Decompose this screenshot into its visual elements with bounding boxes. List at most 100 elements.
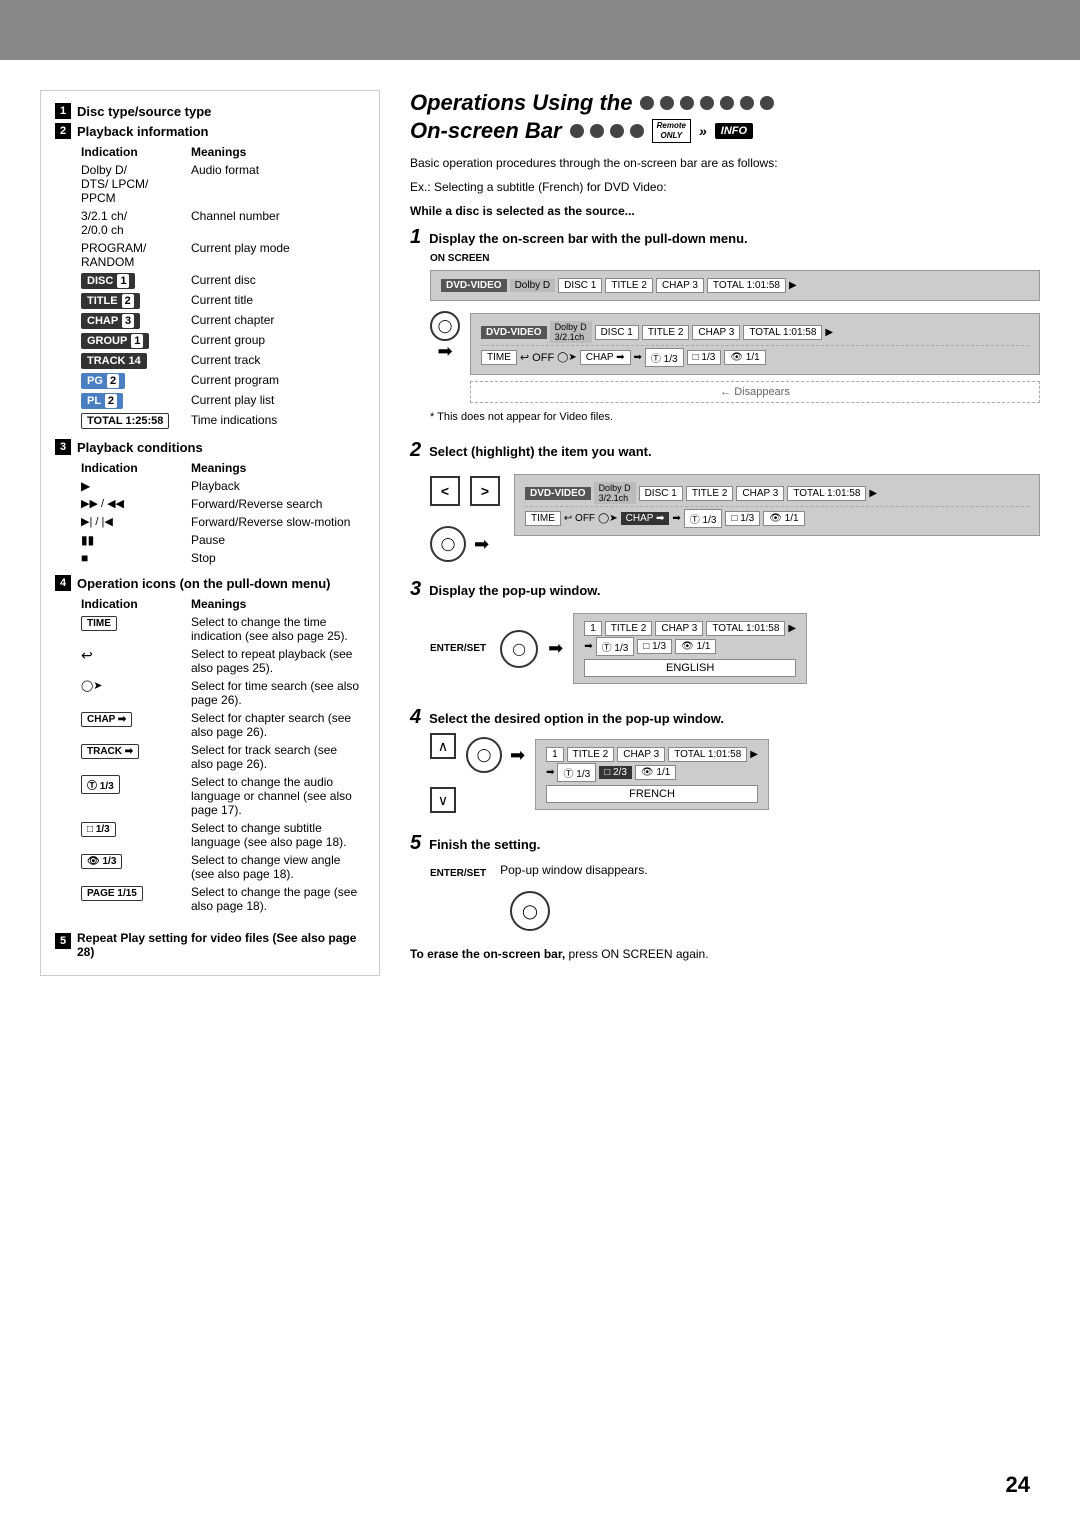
step-3-content: ENTER/SET ◯ ➡ 1 TITLE 2 CHAP 3 TOTAL 1:0… xyxy=(430,607,1040,690)
indication-cell: GROUP 1 xyxy=(77,331,187,351)
meaning-cell: Current play list xyxy=(187,391,365,411)
playback-table-wrapper: Indication Meanings ▶ Playback ▶▶ / ◀◀ F… xyxy=(77,459,365,567)
meaning-cell: Select for time search (see also page 26… xyxy=(187,677,365,709)
indication-cell: ↩ xyxy=(77,645,187,677)
scroll-btns: ∧ ∨ xyxy=(430,733,456,813)
meaning-cell: Select to change view angle (see also pa… xyxy=(187,851,365,883)
section-5-title: Repeat Play setting for video files (See… xyxy=(77,931,365,959)
table-row: TITLE 2 Current title xyxy=(77,291,365,311)
step-2-content: < > ◯ ➡ DVD-VIDEO Dolby D3/2.1ch xyxy=(430,468,1040,562)
indication-cell: TOTAL 1:25:58 xyxy=(77,411,187,431)
table-row: CHAP ➡ Select for chapter search (see al… xyxy=(77,709,365,741)
dot-1 xyxy=(640,96,654,110)
section-1-title: Disc type/source type xyxy=(77,104,211,119)
on-screen-label: ON SCREEN xyxy=(430,253,1040,264)
indication-cell: ▶ xyxy=(77,477,187,495)
disc-badge: DISC 1 xyxy=(81,273,135,289)
dial-icon: ◯ xyxy=(430,311,460,341)
enter-btn[interactable]: ◯ xyxy=(500,630,538,668)
table-row: ▮▮ Pause xyxy=(77,531,365,549)
screen-row-2a: DVD-VIDEO Dolby D3/2.1ch DISC 1 TITLE 2 … xyxy=(481,321,1029,343)
step-4-title: Select the desired option in the pop-up … xyxy=(429,711,724,726)
indication-cell: Ⓣ 1/3 xyxy=(77,773,187,819)
dial-4: ◯ xyxy=(466,737,502,773)
table-row: CHAP 3 Current chapter xyxy=(77,311,365,331)
table-row: TRACK ➡ Select for track search (see als… xyxy=(77,741,365,773)
screen-right-block: DVD-VIDEO Dolby D3/2.1ch DISC 1 TITLE 2 … xyxy=(470,307,1040,407)
play-3: ▶ xyxy=(869,488,877,499)
popup-lang-french: FRENCH xyxy=(546,785,758,803)
disc-label: DISC 1 xyxy=(558,278,602,293)
step-2-number: 2 xyxy=(410,439,421,462)
indication-cell: TITLE 2 xyxy=(77,291,187,311)
arrow-indicator: ◯ ➡ xyxy=(430,311,460,362)
enter-set-row-3: ENTER/SET ◯ ➡ 1 TITLE 2 CHAP 3 TOTAL 1:0… xyxy=(430,607,1040,690)
meaning-cell: Forward/Reverse slow-motion xyxy=(187,513,365,531)
step-4-header: 4 Select the desired option in the pop-u… xyxy=(410,706,1040,729)
disappears-text: Disappears xyxy=(734,386,790,398)
step-4-content: ∧ ∨ ◯ ➡ 1 TITLE 2 CHAP 3 xyxy=(430,733,1040,816)
table-row: ↩ Select to repeat playback (see also pa… xyxy=(77,645,365,677)
circle-2: ◯➤ xyxy=(557,352,577,363)
step-4-number: 4 xyxy=(410,706,421,729)
indication-cell: TRACK ➡ xyxy=(77,741,187,773)
step-1-header: 1 Display the on-screen bar with the pul… xyxy=(410,226,1040,249)
pg-badge: PG 2 xyxy=(81,373,125,389)
title-badge: TITLE 2 xyxy=(81,293,140,309)
title-line1-text: Operations Using the xyxy=(410,90,632,116)
scroll-up-btn[interactable]: ∧ xyxy=(430,733,456,759)
meaning-cell: Pause xyxy=(187,531,365,549)
meaning-cell: Select to change subtitle language (see … xyxy=(187,819,365,851)
meaning-cell: Playback xyxy=(187,477,365,495)
dot-9 xyxy=(590,124,604,138)
p4-sub: □ 2/3 xyxy=(599,766,632,779)
erase-text: To erase the on-screen bar, press ON SCR… xyxy=(410,947,1040,961)
indication-cell: PAGE 1/15 xyxy=(77,883,187,915)
dot-7 xyxy=(760,96,774,110)
meaning-cell: Current chapter xyxy=(187,311,365,331)
enter-circle-5[interactable]: ◯ xyxy=(510,891,550,931)
repeat-3: ↩ OFF xyxy=(564,513,595,524)
step-1: 1 Display the on-screen bar with the pul… xyxy=(410,226,1040,423)
section-2-title: Playback information xyxy=(77,124,208,139)
title-dots-2 xyxy=(570,124,644,138)
title-3: TITLE 2 xyxy=(686,486,734,501)
scroll-col: ∧ ∨ xyxy=(430,733,456,813)
hand-arrow: ◯ ➡ xyxy=(430,526,500,562)
title-line1: Operations Using the xyxy=(410,90,1040,116)
scroll-down-btn[interactable]: ∨ xyxy=(430,787,456,813)
p3-title1: 1 xyxy=(584,621,602,636)
p4-cd: Ⓣ 1/3 xyxy=(557,763,596,782)
indication-cell: ▮▮ xyxy=(77,531,187,549)
indication-cell: PL 2 xyxy=(77,391,187,411)
total-badge: TOTAL 1:25:58 xyxy=(81,413,169,429)
table-row: ■ Stop xyxy=(77,549,365,567)
indication-cell: PROGRAM/RANDOM xyxy=(77,239,187,271)
example-text: Ex.: Selecting a subtitle (French) for D… xyxy=(410,178,1040,196)
enter-set-label-5: ENTER/SET xyxy=(430,868,486,879)
screen-row-3a: DVD-VIDEO Dolby D3/2.1ch DISC 1 TITLE 2 … xyxy=(525,482,1029,504)
step-2-screen: DVD-VIDEO Dolby D3/2.1ch DISC 1 TITLE 2 … xyxy=(514,468,1040,542)
page-number: 24 xyxy=(1006,1472,1030,1498)
info-badge: INFO xyxy=(715,123,753,139)
left-arrow-btn[interactable]: < xyxy=(430,476,460,506)
popup-row-3b: ➡ Ⓣ 1/3 □ 1/3 👁 1/1 xyxy=(584,637,796,656)
step-1-number: 1 xyxy=(410,226,421,249)
step-3-header: 3 Display the pop-up window. xyxy=(410,578,1040,601)
meaning-cell: Select for track search (see also page 2… xyxy=(187,741,365,773)
indication-cell: 3/2.1 ch/2/0.0 ch xyxy=(77,207,187,239)
p4-angle: 👁 1/1 xyxy=(635,765,676,780)
right-arrow-btn[interactable]: > xyxy=(470,476,500,506)
table-row: PG 2 Current program xyxy=(77,371,365,391)
erase-text-strong: To erase the on-screen bar, xyxy=(410,947,565,961)
step-3-number: 3 xyxy=(410,578,421,601)
screen-block-2: DVD-VIDEO Dolby D3/2.1ch DISC 1 TITLE 2 … xyxy=(470,313,1040,375)
chap-2: CHAP 3 xyxy=(692,325,740,340)
while-disc-text: While a disc is selected as the source..… xyxy=(410,202,1040,220)
dvd-3: DVD-VIDEO xyxy=(525,487,591,500)
spacer xyxy=(430,763,456,783)
meaning-cell: Select to repeat playback (see also page… xyxy=(187,645,365,677)
indication-cell: ◯➤ xyxy=(77,677,187,709)
p4-arrow: ➡ xyxy=(546,767,554,778)
cd-badge: Ⓣ 1/3 xyxy=(81,775,120,794)
